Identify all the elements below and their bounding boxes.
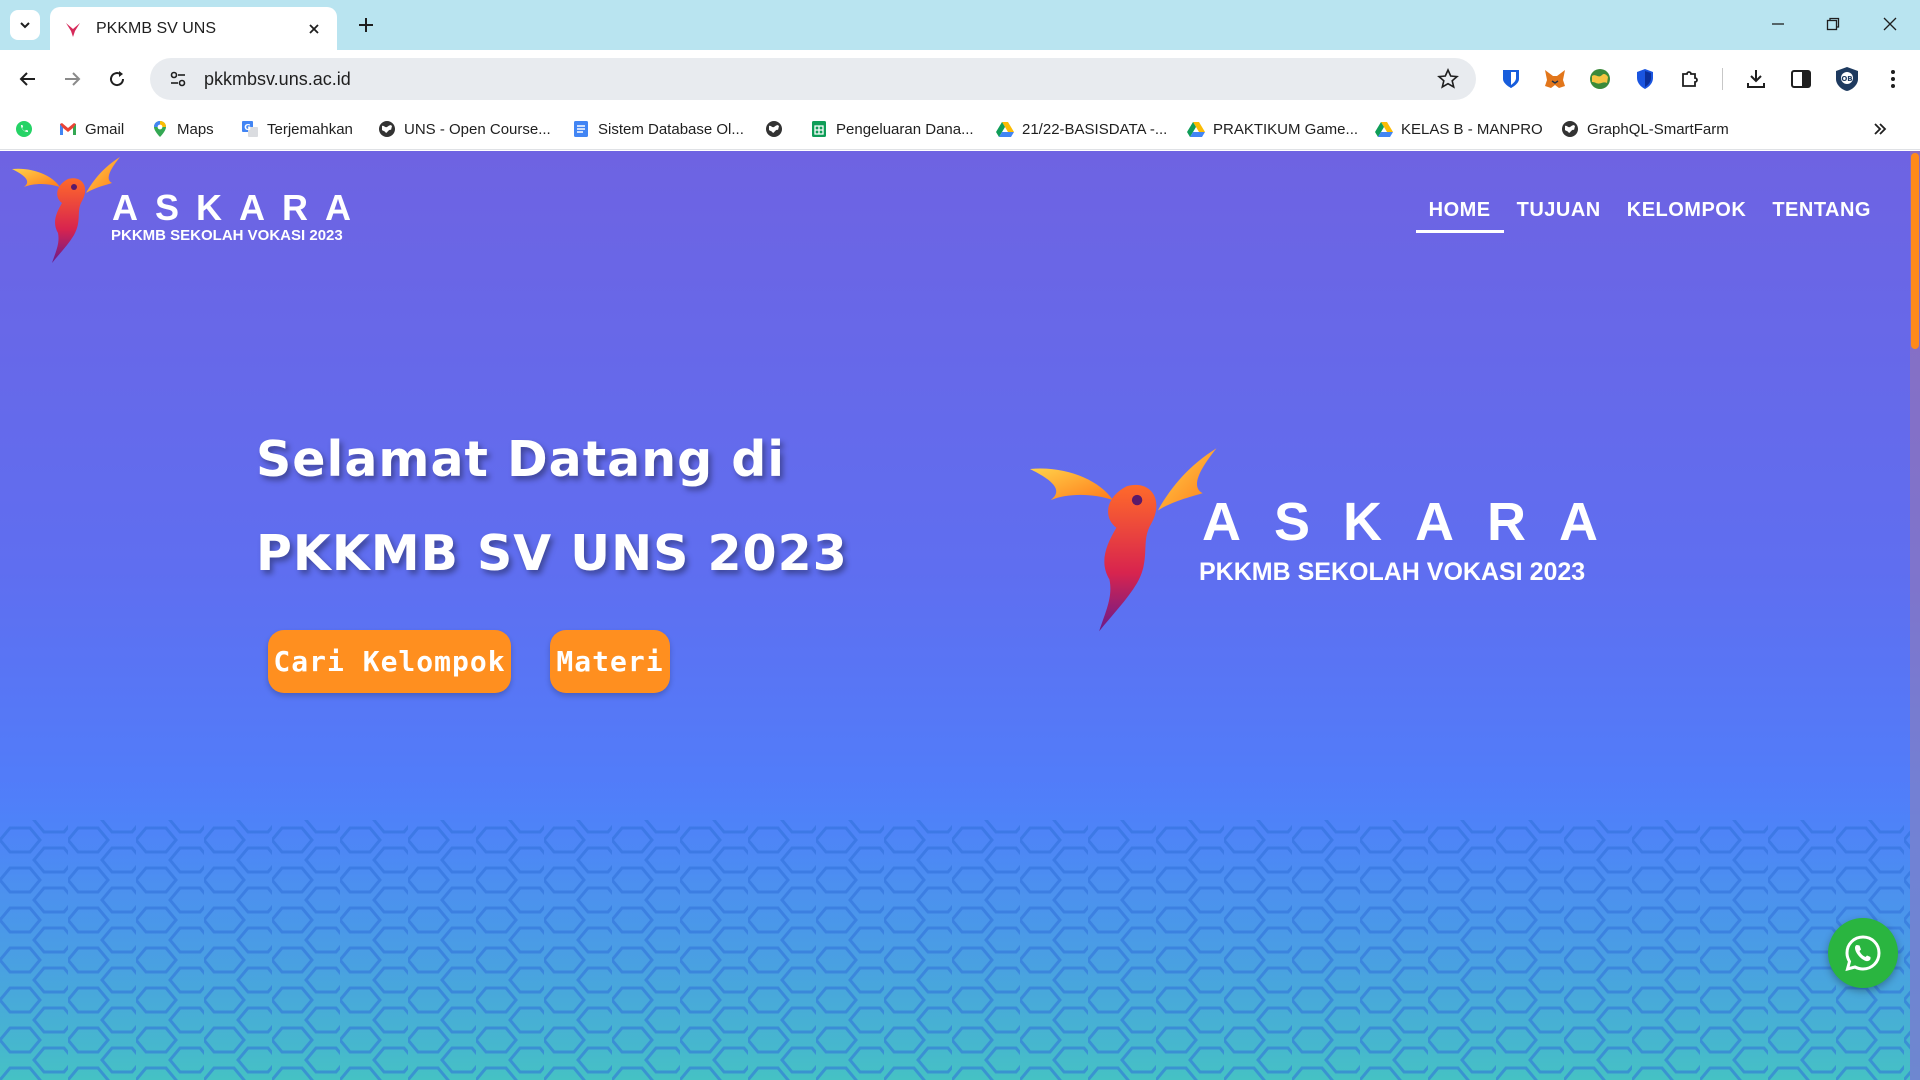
bookmark-graphql-smartfarm[interactable]: GraphQL-SmartFarm	[1561, 118, 1729, 140]
bookmark-kelas-b-manpro[interactable]: KELAS B - MANPRO	[1375, 118, 1543, 140]
bookmark-label: Maps	[177, 120, 214, 138]
bookmark-globe[interactable]	[765, 118, 791, 140]
minimize-icon	[1772, 23, 1784, 25]
extensions-puzzle-icon[interactable]	[1675, 64, 1705, 94]
plus-icon	[359, 18, 373, 32]
site-logo[interactable]: ASKARA PKKMB SEKOLAH VOKASI 2023	[12, 157, 352, 269]
materi-button[interactable]: Materi	[550, 630, 670, 693]
globe-extension-icon[interactable]	[1585, 64, 1615, 94]
nav-kelompok[interactable]: KELOMPOK	[1614, 199, 1760, 233]
globe-icon	[1561, 120, 1579, 138]
drive-icon	[996, 120, 1014, 138]
bookmark-label: Terjemahkan	[267, 120, 353, 138]
bookmark-label: UNS - Open Course...	[404, 120, 551, 138]
bookmarks-bar: Gmail Maps G Terjemahkan UNS - Open Cour…	[0, 108, 1920, 150]
whatsapp-icon	[15, 120, 33, 138]
whatsapp-icon	[1845, 935, 1881, 972]
tab-close-icon[interactable]	[303, 18, 325, 40]
gmail-icon	[59, 120, 77, 138]
hero-logo: ASKARA PKKMB SEKOLAH VOKASI 2023	[1030, 445, 1630, 645]
close-icon	[1883, 17, 1897, 31]
hero-logo-wordmark: ASKARA	[1202, 492, 1632, 552]
brand-subtitle: PKKMB SEKOLAH VOKASI 2023	[111, 227, 343, 244]
side-panel-icon[interactable]	[1786, 64, 1816, 94]
svg-text:OB: OB	[1841, 75, 1852, 83]
tab-title: PKKMB SV UNS	[96, 19, 217, 37]
bookmarks-overflow-button[interactable]	[1872, 118, 1888, 140]
hero-title-line2: PKKMB SV UNS 2023	[256, 525, 848, 582]
browser-tab-active[interactable]: PKKMB SV UNS	[50, 7, 337, 50]
metamask-extension-icon[interactable]	[1540, 64, 1570, 94]
chevron-down-icon	[20, 22, 30, 29]
hero-title-line1: Selamat Datang di	[256, 431, 786, 488]
bookmark-star-icon[interactable]	[1428, 58, 1468, 100]
url-text[interactable]: pkkmbsv.uns.ac.id	[204, 69, 1428, 90]
chrome-menu-icon[interactable]	[1878, 64, 1908, 94]
bookmark-maps[interactable]: Maps	[151, 118, 214, 140]
new-tab-button[interactable]	[352, 11, 380, 39]
maps-pin-icon	[151, 120, 169, 138]
bookmark-label: Sistem Database Ol...	[598, 120, 744, 138]
globe-icon	[378, 120, 396, 138]
bookmark-praktikum-game[interactable]: PRAKTIKUM Game...	[1187, 118, 1358, 140]
bookmark-label: PRAKTIKUM Game...	[1213, 120, 1359, 138]
minimize-button[interactable]	[1756, 9, 1800, 39]
hexagon-pattern-decoration	[0, 780, 1910, 1080]
hero-title: Selamat Datang di PKKMB SV UNS 2023	[256, 413, 848, 601]
restore-icon	[1826, 17, 1840, 31]
bookmark-label: 21/22-BASISDATA -...	[1022, 120, 1168, 138]
sheets-icon	[810, 120, 828, 138]
brand-wordmark: ASKARA	[112, 187, 369, 228]
bookmark-basisdata[interactable]: 21/22-BASISDATA -...	[996, 118, 1167, 140]
nav-home[interactable]: HOME	[1415, 199, 1504, 233]
svg-text:G: G	[244, 123, 251, 132]
address-bar[interactable]: pkkmbsv.uns.ac.id	[150, 58, 1476, 100]
docs-icon	[572, 120, 590, 138]
cari-kelompok-button[interactable]: Cari Kelompok	[268, 630, 511, 693]
bookmark-label: Gmail	[85, 120, 125, 138]
profile-avatar[interactable]: OB	[1832, 64, 1862, 94]
bookmark-whatsapp[interactable]	[15, 118, 41, 140]
scrollbar-thumb[interactable]	[1911, 153, 1919, 349]
bookmark-uns-open-course[interactable]: UNS - Open Course...	[378, 118, 551, 140]
back-button[interactable]	[13, 64, 43, 94]
hero-logo-subtitle: PKKMB SEKOLAH VOKASI 2023	[1199, 558, 1586, 586]
site-info-icon[interactable]	[158, 58, 198, 100]
restore-button[interactable]	[1811, 9, 1855, 39]
askara-bird-logo-icon	[1030, 448, 1217, 632]
bookmark-label: Pengeluaran Dana...	[836, 120, 974, 138]
tab-search-button[interactable]	[10, 10, 40, 40]
reload-button[interactable]	[102, 64, 132, 94]
askara-bird-logo-icon	[12, 157, 120, 263]
translate-icon: G	[241, 120, 259, 138]
nav-tentang[interactable]: TENTANG	[1759, 199, 1884, 233]
toolbar-divider	[1722, 68, 1723, 90]
bookmark-pengeluaran-dana[interactable]: Pengeluaran Dana...	[810, 118, 974, 140]
arrow-left-icon	[19, 72, 35, 86]
download-icon[interactable]	[1741, 64, 1771, 94]
bookmark-gmail[interactable]: Gmail	[59, 118, 124, 140]
whatsapp-chat-button[interactable]	[1828, 918, 1898, 988]
reload-icon	[110, 71, 125, 87]
double-chevron-right-icon	[1874, 123, 1887, 135]
shield-extension-icon[interactable]	[1630, 64, 1660, 94]
bookmark-label: GraphQL-SmartFarm	[1587, 120, 1729, 138]
bookmark-terjemahkan[interactable]: G Terjemahkan	[241, 118, 353, 140]
main-nav: HOME TUJUAN KELOMPOK TENTANG	[1415, 199, 1884, 233]
forward-button[interactable]	[57, 64, 87, 94]
browser-tab-bar: PKKMB SV UNS	[0, 0, 1920, 50]
arrow-right-icon	[65, 72, 81, 86]
drive-icon	[1375, 120, 1393, 138]
bitwarden-extension-icon[interactable]	[1496, 64, 1526, 94]
globe-icon	[765, 120, 783, 138]
drive-icon	[1187, 120, 1205, 138]
close-window-button[interactable]	[1868, 9, 1912, 39]
page-content: ASKARA PKKMB SEKOLAH VOKASI 2023 HOME TU…	[0, 151, 1920, 1080]
bookmark-sistem-database[interactable]: Sistem Database Ol...	[572, 118, 744, 140]
nav-tujuan[interactable]: TUJUAN	[1504, 199, 1614, 233]
page-scrollbar[interactable]	[1910, 151, 1920, 1080]
bookmark-label: KELAS B - MANPRO	[1401, 120, 1543, 138]
askara-favicon-icon	[66, 22, 80, 37]
